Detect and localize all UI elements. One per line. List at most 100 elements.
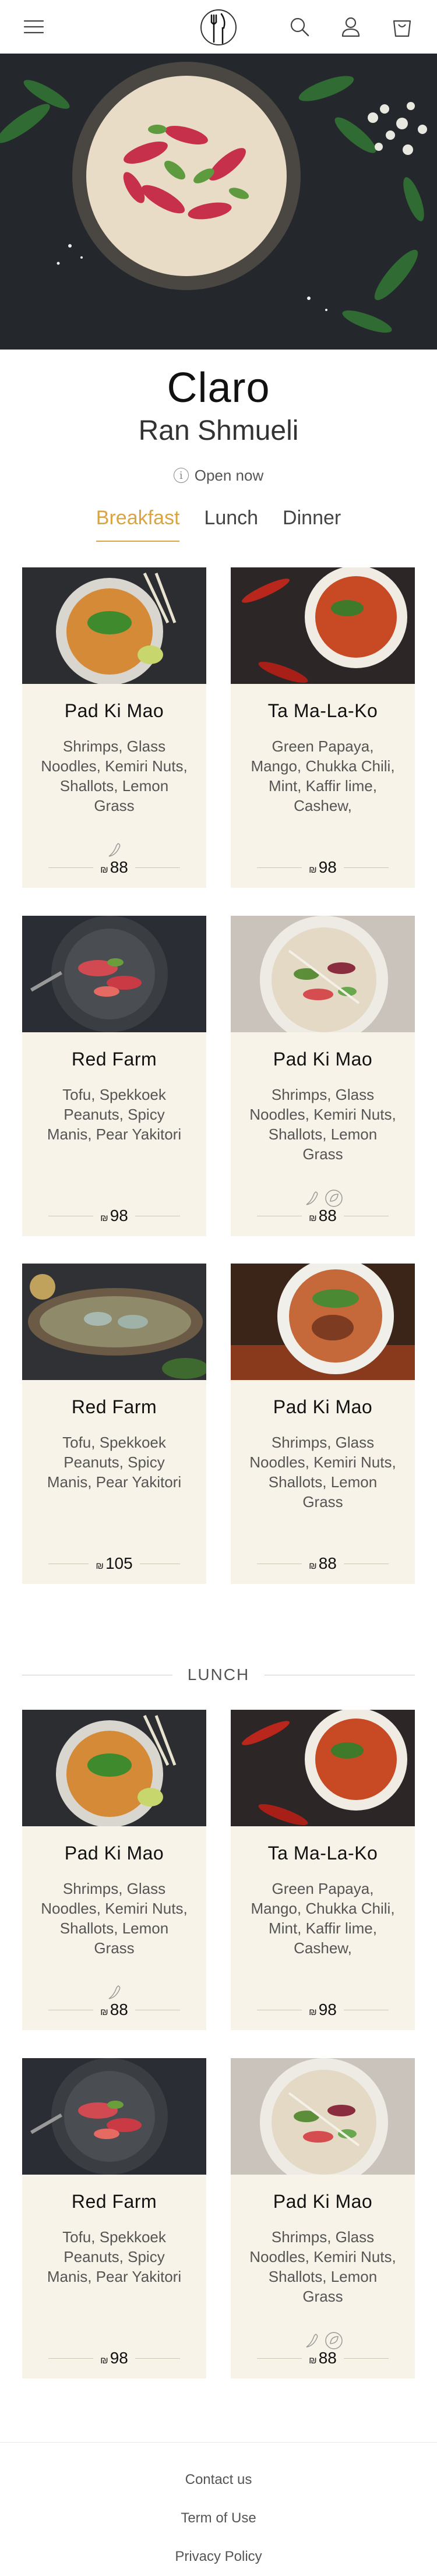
- price-value: 88: [110, 858, 128, 876]
- price-row: ₪ 98: [257, 2000, 389, 2020]
- dish-description: Green Papaya, Mango, Chukka Chili, Mint,…: [251, 737, 395, 814]
- dish-photo: [231, 1264, 415, 1380]
- price-value: 88: [318, 1554, 337, 1572]
- chili-pepper-icon: [108, 1985, 121, 1999]
- currency-symbol: ₪: [309, 1561, 317, 1571]
- shopping-bag-icon[interactable]: [388, 13, 416, 41]
- footer-link-terms[interactable]: Term of Use: [0, 2510, 437, 2526]
- footer-link-privacy[interactable]: Privacy Policy: [0, 2549, 437, 2565]
- currency-symbol: ₪: [309, 865, 317, 875]
- dish-description: Shrimps, Glass Noodles, Kemiri Nuts, Sha…: [249, 2228, 396, 2305]
- menu-card[interactable]: Red Farm Tofu, Spekkoek Peanuts, Spicy M…: [22, 916, 206, 1236]
- price-row: ₪ 88: [48, 858, 180, 877]
- dish-photo: [231, 1710, 415, 1826]
- open-status-label: Open now: [194, 466, 264, 484]
- search-icon[interactable]: [286, 13, 313, 41]
- section-title: LUNCH: [187, 1665, 250, 1684]
- dish-name: Red Farm: [71, 1396, 157, 1417]
- dish-description: Shrimps, Glass Noodles, Kemiri Nuts, Sha…: [249, 1434, 396, 1511]
- currency-symbol: ₪: [96, 1561, 104, 1571]
- dish-name: Pad Ki Mao: [273, 1396, 373, 1417]
- dish-photo: [22, 916, 206, 1032]
- dish-description: Green Papaya, Mango, Chukka Chili, Mint,…: [251, 1880, 395, 1957]
- dish-name: Red Farm: [71, 2191, 157, 2212]
- price-row: ₪ 98: [257, 858, 389, 877]
- dish-name: Pad Ki Mao: [273, 2191, 373, 2212]
- dish-description: Shrimps, Glass Noodles, Kemiri Nuts, Sha…: [41, 737, 188, 814]
- user-icon[interactable]: [337, 13, 365, 41]
- menu-card[interactable]: Pad Ki Mao Shrimps, Glass Noodles, Kemir…: [22, 567, 206, 888]
- chili-pepper-icon: [306, 2334, 318, 2348]
- tab-breakfast[interactable]: Breakfast: [96, 507, 180, 542]
- menu-card[interactable]: Pad Ki Mao Shrimps, Glass Noodles, Kemir…: [231, 1264, 415, 1584]
- dish-photo: [231, 2058, 415, 2175]
- price-value: 98: [110, 1206, 128, 1225]
- dish-name: Pad Ki Mao: [273, 1049, 373, 1070]
- lunch-section-heading: LUNCH: [22, 1663, 415, 1686]
- dish-photo: [22, 1264, 206, 1380]
- dish-name: Ta Ma-La-Ko: [267, 700, 378, 721]
- price-row: ₪ 98: [48, 1206, 180, 1226]
- dish-name: Ta Ma-La-Ko: [267, 1843, 378, 1864]
- dish-name: Red Farm: [71, 1049, 157, 1070]
- dish-price: ₪ 88: [309, 2349, 337, 2367]
- currency-symbol: ₪: [100, 2356, 108, 2366]
- dish-description: Tofu, Spekkoek Peanuts, Spicy Manis, Pea…: [47, 1086, 182, 1143]
- menu-card[interactable]: Red Farm Tofu, Spekkoek Peanuts, Spicy M…: [22, 1264, 206, 1584]
- currency-symbol: ₪: [100, 2007, 108, 2017]
- dish-photo: [231, 567, 415, 684]
- dish-price: ₪ 88: [100, 2000, 128, 2019]
- price-row: ₪ 98: [48, 2348, 180, 2368]
- chili-pepper-icon: [108, 843, 121, 857]
- tab-dinner[interactable]: Dinner: [283, 507, 341, 542]
- dish-name: Pad Ki Mao: [64, 1843, 164, 1864]
- dish-price: ₪ 105: [96, 1554, 132, 1573]
- menu-card[interactable]: Ta Ma-La-Ko Green Papaya, Mango, Chukka …: [231, 1710, 415, 2030]
- currency-symbol: ₪: [100, 1213, 108, 1223]
- info-icon: i: [173, 468, 189, 483]
- dish-photo: [231, 916, 415, 1032]
- footer-link-contact[interactable]: Contact us: [0, 2472, 437, 2488]
- price-value: 88: [318, 1206, 337, 1225]
- fork-knife-logo-icon[interactable]: [198, 7, 239, 48]
- price-row: ₪ 88: [257, 1206, 389, 1226]
- vegan-leaf-icon: [325, 2332, 343, 2349]
- vegan-leaf-icon: [325, 1190, 343, 1207]
- chili-pepper-icon: [306, 1191, 318, 1205]
- menu-card[interactable]: Pad Ki Mao Shrimps, Glass Noodles, Kemir…: [22, 1710, 206, 2030]
- tab-lunch[interactable]: Lunch: [204, 507, 258, 542]
- menu-card[interactable]: Ta Ma-La-Ko Green Papaya, Mango, Chukka …: [231, 567, 415, 888]
- footer: Contact us Term of Use Privacy Policy: [0, 2442, 437, 2576]
- dish-price: ₪ 88: [309, 1554, 337, 1573]
- dish-price: ₪ 88: [100, 858, 128, 877]
- dish-description: Tofu, Spekkoek Peanuts, Spicy Manis, Pea…: [47, 2228, 182, 2285]
- price-value: 98: [318, 2000, 337, 2019]
- open-status: i Open now: [0, 466, 437, 485]
- meal-tabs: Breakfast Lunch Dinner: [0, 507, 437, 542]
- dish-description: Shrimps, Glass Noodles, Kemiri Nuts, Sha…: [41, 1880, 188, 1957]
- top-nav-bar: [0, 0, 437, 54]
- currency-symbol: ₪: [309, 1213, 317, 1223]
- price-row: ₪ 88: [48, 2000, 180, 2020]
- hero-image: [0, 54, 437, 350]
- price-row: ₪ 88: [257, 1554, 389, 1573]
- price-value: 98: [110, 2349, 128, 2367]
- menu-card[interactable]: Red Farm Tofu, Spekkoek Peanuts, Spicy M…: [22, 2058, 206, 2379]
- dish-description: Shrimps, Glass Noodles, Kemiri Nuts, Sha…: [249, 1086, 396, 1163]
- dish-price: ₪ 98: [100, 2349, 128, 2367]
- price-value: 88: [110, 2000, 128, 2019]
- dish-price: ₪ 98: [309, 858, 337, 877]
- dish-photo: [22, 567, 206, 684]
- price-row: ₪ 88: [257, 2348, 389, 2368]
- dish-name: Pad Ki Mao: [64, 700, 164, 721]
- dish-photo: [22, 1710, 206, 1826]
- menu-card[interactable]: Pad Ki Mao Shrimps, Glass Noodles, Kemir…: [231, 916, 415, 1236]
- restaurant-name: Claro: [167, 365, 270, 411]
- menu-card[interactable]: Pad Ki Mao Shrimps, Glass Noodles, Kemir…: [231, 2058, 415, 2379]
- currency-symbol: ₪: [100, 865, 108, 875]
- price-row: ₪ 105: [48, 1554, 180, 1573]
- dish-price: ₪ 98: [309, 2000, 337, 2019]
- currency-symbol: ₪: [309, 2356, 317, 2366]
- hamburger-menu-icon[interactable]: [20, 13, 48, 41]
- dish-description: Tofu, Spekkoek Peanuts, Spicy Manis, Pea…: [47, 1434, 182, 1491]
